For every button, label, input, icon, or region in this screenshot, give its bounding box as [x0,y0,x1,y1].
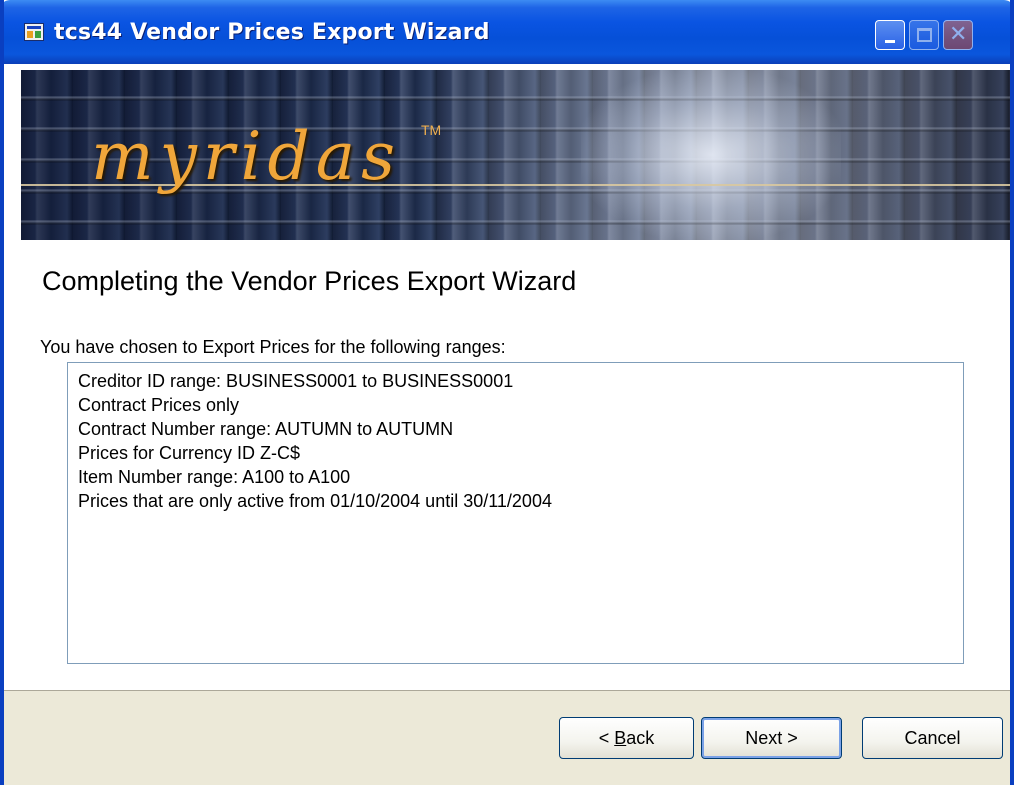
window-title: tcs44 Vendor Prices Export Wizard [54,20,490,45]
title-bar[interactable]: tcs44 Vendor Prices Export Wizard ✕ [4,0,1010,64]
back-button-mnemonic: B [614,727,627,748]
wizard-window: tcs44 Vendor Prices Export Wizard ✕ myri… [0,0,1014,785]
app-window-icon[interactable] [24,23,44,41]
button-bar [4,690,1010,785]
list-item: Prices that are only active from 01/10/2… [78,491,552,511]
next-button[interactable]: Next > [701,717,842,759]
minimize-icon [885,40,895,43]
myridas-banner: myridas TM [21,70,1010,240]
selected-ranges-list[interactable]: Creditor ID range: BUSINESS0001 to BUSIN… [67,362,964,664]
maximize-button[interactable] [909,20,939,50]
close-icon: ✕ [949,22,968,47]
back-button[interactable]: < Back [559,717,694,759]
myridas-logo: myridas [91,118,401,195]
banner-light [581,70,841,240]
list-item: Contract Number range: AUTUMN to AUTUMN [78,419,454,439]
list-item: Prices for Currency ID Z-C$ [78,443,301,463]
cancel-button[interactable]: Cancel [862,717,1003,759]
summary-intro: You have chosen to Export Prices for the… [40,337,506,357]
minimize-button[interactable] [875,20,905,50]
trademark-mark: TM [421,122,442,138]
list-item: Contract Prices only [78,395,240,415]
back-button-label: ack [626,727,655,748]
list-item: Item Number range: A100 to A100 [78,467,351,487]
close-button[interactable]: ✕ [943,20,973,50]
back-button-prefix: < [598,727,615,748]
page-title: Completing the Vendor Prices Export Wiza… [42,266,577,296]
maximize-icon [917,28,932,42]
list-item: Creditor ID range: BUSINESS0001 to BUSIN… [78,371,514,391]
